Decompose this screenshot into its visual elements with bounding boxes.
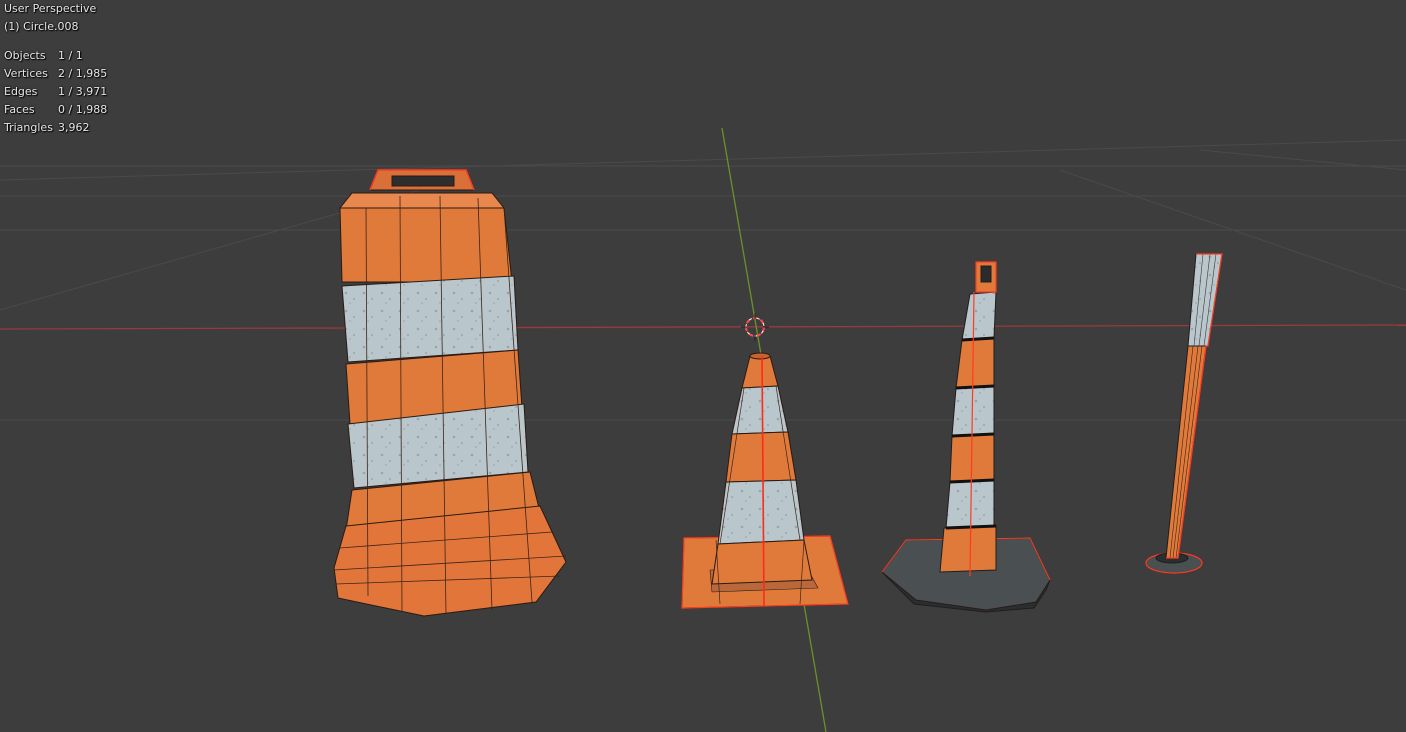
stat-label: Vertices xyxy=(4,67,48,80)
channelizer-post[interactable] xyxy=(881,261,1051,613)
stat-label: Objects xyxy=(4,49,46,62)
stat-label: Triangles xyxy=(4,121,53,134)
stat-value: 2 / 1,985 xyxy=(58,67,108,80)
stat-label: Edges xyxy=(4,85,38,98)
stat-row-vertices: Vertices 2 / 1,985 xyxy=(4,65,107,83)
flexible-bollard[interactable] xyxy=(1145,253,1223,574)
stat-value: 0 / 1,988 xyxy=(58,103,108,116)
stat-row-objects: Objects 1 / 1 xyxy=(4,47,107,65)
scene-canvas[interactable] xyxy=(0,0,1406,732)
stat-row-edges: Edges 1 / 3,971 xyxy=(4,83,107,101)
stat-row-triangles: Triangles 3,962 xyxy=(4,119,107,137)
stat-value: 3,962 xyxy=(58,121,90,134)
stat-row-faces: Faces 0 / 1,988 xyxy=(4,101,107,119)
stat-value: 1 / 3,971 xyxy=(58,85,108,98)
scene-statistics: Objects 1 / 1 Vertices 2 / 1,985 Edges 1… xyxy=(4,47,107,137)
stat-label: Faces xyxy=(4,103,35,116)
traffic-drum[interactable] xyxy=(333,169,567,617)
view-title: User Perspective xyxy=(4,2,97,15)
3d-viewport[interactable]: User Perspective (1) Circle.008 Objects … xyxy=(0,0,1406,732)
traffic-cone[interactable] xyxy=(681,352,849,609)
active-object-name: (1) Circle.008 xyxy=(4,20,79,33)
stat-value: 1 / 1 xyxy=(58,49,83,62)
